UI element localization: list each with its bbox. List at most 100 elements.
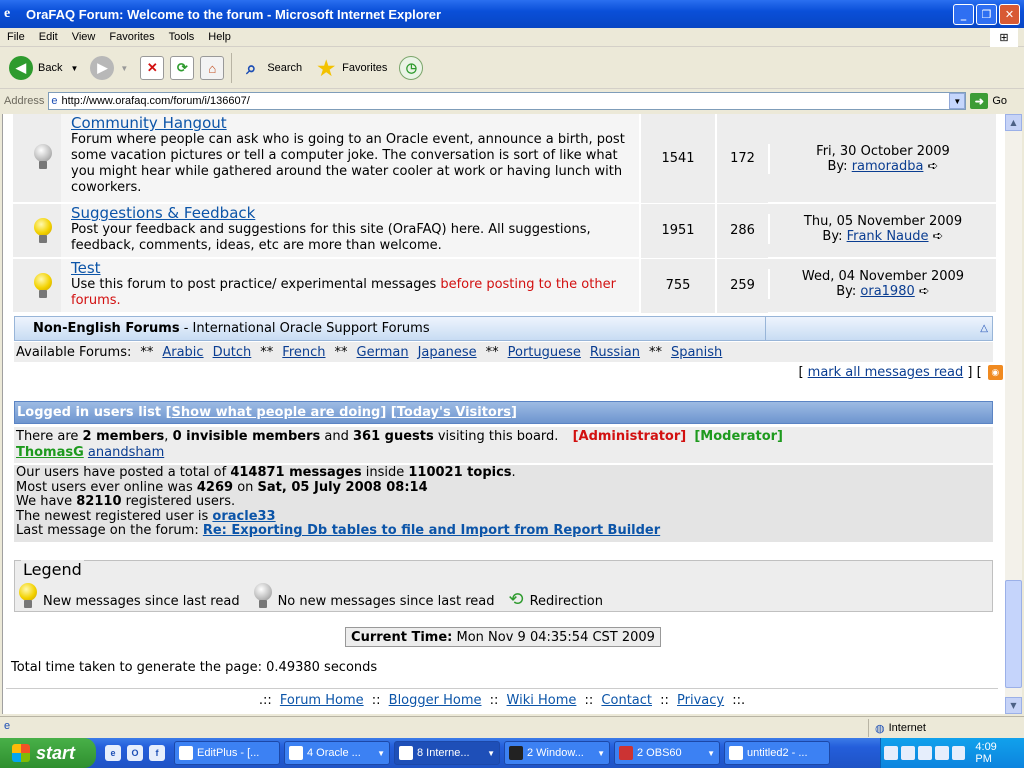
home-button[interactable]: ⌂ [197, 51, 227, 85]
menu-bar: File Edit View Favorites Tools Help ⊞ [0, 28, 1024, 47]
firefox-quicklaunch-icon[interactable]: f [149, 745, 165, 761]
task-oracle[interactable]: 4 Oracle ... ▼ [284, 741, 390, 765]
menu-help[interactable]: Help [201, 31, 238, 43]
back-dropdown-icon[interactable]: ▼ [70, 64, 78, 73]
close-button[interactable]: ✕ [999, 3, 1020, 25]
footer-blogger-home[interactable]: Blogger Home [389, 693, 482, 708]
topics-count: 755 [639, 259, 715, 313]
current-time: Current Time: Mon Nov 9 04:35:54 CST 200… [345, 627, 661, 647]
legend-new: New messages since last read [43, 594, 240, 609]
outlook-quicklaunch-icon[interactable]: O [127, 745, 143, 761]
refresh-button[interactable]: ⟳ [167, 51, 197, 85]
address-dropdown-icon[interactable]: ▼ [949, 93, 966, 109]
bracket: [ [798, 365, 808, 380]
favorites-button[interactable]: ★ Favorites [311, 51, 390, 85]
ie-quicklaunch-icon[interactable]: e [105, 745, 121, 761]
last-post-by: By: [836, 284, 857, 299]
forum-title-link[interactable]: Suggestions & Feedback [71, 204, 255, 222]
page-status-icon: e [4, 720, 11, 732]
last-post: Thu, 05 November 2009 By: Frank Naude ➪ [768, 214, 996, 244]
zone-label: Internet [888, 722, 926, 734]
maximize-button[interactable]: ❐ [976, 3, 997, 25]
last-post-user[interactable]: ora1980 [860, 284, 914, 299]
online-user-link[interactable]: ThomasG [16, 445, 84, 460]
rss-icon[interactable]: rss◉ [987, 365, 1003, 380]
address-bar: Address e http://www.orafaq.com/forum/i/… [0, 90, 1024, 112]
paint-icon [729, 746, 743, 760]
category-title[interactable]: Non-English Forums [33, 321, 180, 336]
lang-link-spanish[interactable]: Spanish [671, 345, 722, 360]
goto-post-icon[interactable]: ➪ [933, 229, 944, 244]
posts-count: 286 [715, 204, 768, 258]
todays-visitors-link[interactable]: Today's Visitors [397, 405, 511, 420]
mark-all-read-link[interactable]: mark all messages read [808, 365, 964, 380]
tray-icon[interactable] [900, 746, 915, 760]
task-internet-explorer[interactable]: 8 Interne... ▼ [394, 741, 500, 765]
back-button[interactable]: ◀ Back ▼ [6, 51, 81, 85]
footer-forum-home[interactable]: Forum Home [280, 693, 364, 708]
vertical-scrollbar[interactable]: ▲ ▼ [1005, 114, 1022, 714]
forward-button[interactable]: ▶ ▼ [87, 51, 131, 85]
tray-icon[interactable] [934, 746, 949, 760]
redirection-icon: ⟲ [508, 589, 524, 610]
scroll-down-icon[interactable]: ▼ [1005, 697, 1022, 714]
total-messages: 414871 messages [230, 465, 362, 480]
menu-tools[interactable]: Tools [162, 31, 202, 43]
search-button[interactable]: ⌕ Search [236, 51, 305, 85]
last-post-user[interactable]: ramoradba [852, 159, 924, 174]
ie-task-icon [399, 746, 413, 760]
scroll-up-icon[interactable]: ▲ [1005, 114, 1022, 131]
task-obs60[interactable]: 2 OBS60 ▼ [614, 741, 720, 765]
lang-link-arabic[interactable]: Arabic [162, 345, 203, 360]
tray-icon[interactable] [884, 746, 898, 760]
menu-view[interactable]: View [65, 31, 103, 43]
task-windows[interactable]: 2 Window... ▼ [504, 741, 610, 765]
lang-link-russian[interactable]: Russian [590, 345, 640, 360]
menu-edit[interactable]: Edit [32, 31, 65, 43]
volume-icon[interactable] [951, 746, 966, 760]
start-button[interactable]: start [0, 738, 96, 768]
mark-read-bar: [ mark all messages read ] [ rss◉ ] [798, 365, 1014, 380]
collapse-icon[interactable]: △ [980, 323, 988, 334]
go-button[interactable]: ➜ Go [970, 93, 1007, 109]
online-user-link[interactable]: anandsham [88, 445, 164, 460]
page-icon: e [51, 95, 58, 107]
history-button[interactable]: ◷ [396, 51, 426, 85]
footer-contact[interactable]: Contact [601, 693, 652, 708]
scroll-thumb[interactable] [1005, 580, 1022, 688]
minimize-button[interactable]: _ [953, 3, 974, 25]
stop-button[interactable]: ✕ [137, 51, 167, 85]
menu-favorites[interactable]: Favorites [102, 31, 161, 43]
forum-status [27, 218, 59, 244]
task-editplus[interactable]: EditPlus - [... [174, 741, 280, 765]
forum-row: Community Hangout Forum where people can… [13, 114, 996, 203]
moderator-legend: [Moderator] [694, 429, 783, 444]
show-activity-link[interactable]: Show what people are doing [172, 405, 381, 420]
forum-title-link[interactable]: Test [71, 259, 101, 277]
last-message-link[interactable]: Re: Exporting Db tables to file and Impo… [203, 523, 660, 538]
bulb-on-icon [19, 583, 37, 609]
lang-link-japanese[interactable]: Japanese [418, 345, 477, 360]
goto-post-icon[interactable]: ➪ [919, 284, 930, 299]
go-label: Go [992, 95, 1008, 107]
lang-link-german[interactable]: German [357, 345, 409, 360]
lang-link-french[interactable]: French [282, 345, 325, 360]
bulb-on-icon [34, 273, 52, 299]
tray-icon[interactable] [917, 746, 932, 760]
forward-dropdown-icon[interactable]: ▼ [120, 64, 128, 73]
lang-link-dutch[interactable]: Dutch [213, 345, 252, 360]
footer-privacy[interactable]: Privacy [677, 693, 724, 708]
status-bar: e ◍ Internet [0, 716, 1024, 738]
home-icon: ⌂ [200, 56, 225, 80]
forum-title-link[interactable]: Community Hangout [71, 114, 227, 132]
address-input[interactable]: e http://www.orafaq.com/forum/i/136607/ … [48, 92, 967, 110]
menu-file[interactable]: File [0, 31, 32, 43]
task-untitled2[interactable]: untitled2 - ... [724, 741, 830, 765]
last-post: Fri, 30 October 2009 By: ramoradba ➪ [768, 144, 996, 174]
last-post-user[interactable]: Frank Naude [847, 229, 929, 244]
footer-wiki-home[interactable]: Wiki Home [507, 693, 577, 708]
goto-post-icon[interactable]: ➪ [928, 159, 939, 174]
newest-user-link[interactable]: oracle33 [212, 509, 275, 524]
forum-info: Test Use this forum to post practice/ ex… [61, 259, 639, 312]
lang-link-portuguese[interactable]: Portuguese [508, 345, 581, 360]
